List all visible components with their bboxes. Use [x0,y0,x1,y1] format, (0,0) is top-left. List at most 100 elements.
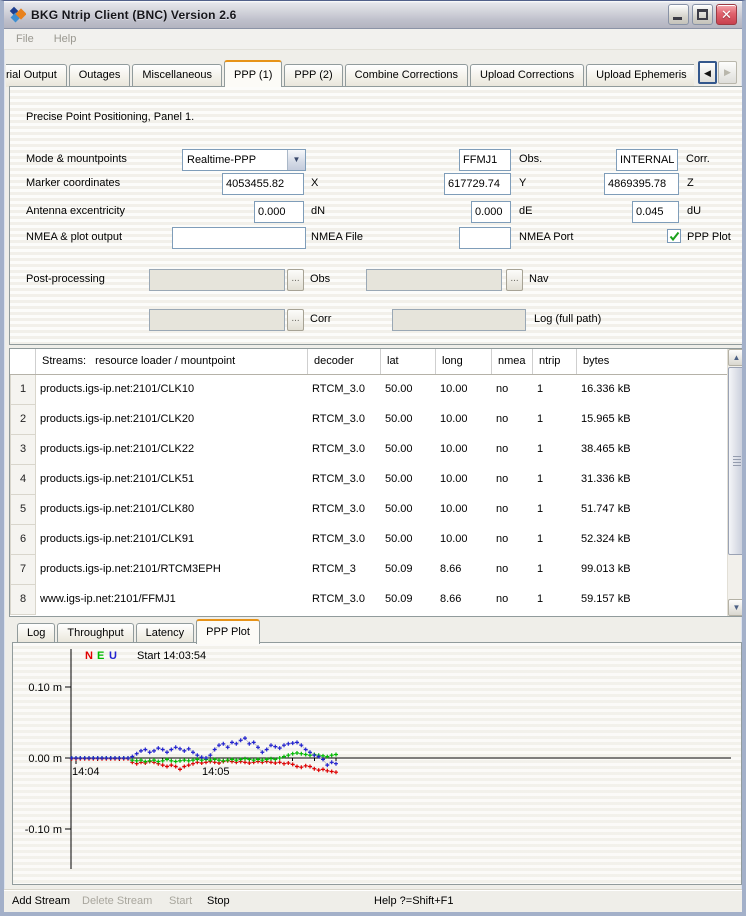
nmea-file-field[interactable] [172,227,306,249]
marker-x-label: X [311,177,318,189]
cell-mountpoint: products.igs-ip.net:2101/CLK10 [36,375,308,405]
title-bar[interactable]: BKG Ntrip Client (BNC) Version 2.6 ✕ [4,1,742,29]
marker-z-field[interactable] [604,173,679,195]
minimize-button[interactable] [668,4,689,25]
cell-lat: 50.00 [381,405,436,435]
antenna-du-field[interactable] [632,201,679,223]
table-row[interactable]: 4products.igs-ip.net:2101/CLK51RTCM_3.05… [10,465,744,495]
antenna-label: Antenna excentricity [26,205,125,217]
cell-decoder: RTCM_3.0 [308,435,381,465]
plot-tick-label: U [109,650,117,662]
marker-y-field[interactable] [444,173,511,195]
nmea-port-field[interactable] [459,227,511,249]
corr-mountpoint-field[interactable] [616,149,678,171]
scroll-down-icon[interactable]: ▼ [728,599,745,616]
post-nav-browse-button[interactable]: ... [506,269,523,291]
bnc-window: BKG Ntrip Client (BNC) Version 2.6 ✕ Fil… [0,0,746,916]
bottom-tab-log[interactable]: Log [17,623,55,643]
tab-scroll-left-icon[interactable]: ◀ [698,61,717,84]
cell-ntrip: 1 [533,375,577,405]
close-button[interactable]: ✕ [716,4,737,25]
add-stream-button[interactable]: Add Stream [12,895,70,907]
maximize-button[interactable] [692,4,713,25]
bottom-tab-throughput[interactable]: Throughput [57,623,133,643]
cell-long: 10.00 [436,375,492,405]
cell-decoder: RTCM_3.0 [308,525,381,555]
tab-miscellaneous[interactable]: Miscellaneous [132,64,222,87]
cell-nmea: no [492,435,533,465]
post-log-label: Log (full path) [534,313,601,325]
cell-mountpoint: products.igs-ip.net:2101/CLK80 [36,495,308,525]
mode-select[interactable]: Realtime-PPP ▼ [182,149,306,171]
marker-x-field[interactable] [222,173,304,195]
scroll-up-icon[interactable]: ▲ [728,349,745,366]
post-nav-field [366,269,502,291]
ppp-plot-panel: 0.10 m0.00 m-0.10 m14:0414:05NEUStart 14… [12,642,742,885]
mode-select-value: Realtime-PPP [183,150,287,170]
antenna-de-field[interactable] [471,201,511,223]
post-corr-browse-button[interactable]: ... [287,309,304,331]
cell-bytes: 52.324 kB [577,525,744,555]
post-nav-label: Nav [529,273,549,285]
bottom-tab-ppp-plot[interactable]: PPP Plot [196,619,260,644]
cell-bytes: 38.465 kB [577,435,744,465]
cell-decoder: RTCM_3.0 [308,405,381,435]
cell-lat: 50.00 [381,465,436,495]
tab-rial-output[interactable]: rial Output [6,64,67,87]
cell-ntrip: 1 [533,405,577,435]
table-row[interactable]: 6products.igs-ip.net:2101/CLK91RTCM_3.05… [10,525,744,555]
scrollbar-thumb[interactable] [728,367,745,555]
cell-num: 4 [10,465,36,495]
antenna-de-label: dE [519,205,532,217]
post-corr-field [149,309,285,331]
tab-upload-ephemeris[interactable]: Upload Ephemeris [586,64,694,87]
table-row[interactable]: 8www.igs-ip.net:2101/FFMJ1RTCM_3.050.098… [10,585,744,615]
bottom-tab-strip: LogThroughputLatencyPPP Plot [9,618,737,643]
tab-ppp-2[interactable]: PPP (2) [284,64,342,87]
table-row[interactable]: 3products.igs-ip.net:2101/CLK22RTCM_3.05… [10,435,744,465]
cell-num: 3 [10,435,36,465]
stop-button[interactable]: Stop [207,895,230,907]
cell-ntrip: 1 [533,585,577,615]
post-obs-browse-button[interactable]: ... [287,269,304,291]
table-scrollbar[interactable]: ▲ ▼ [727,349,744,616]
table-row[interactable]: 7products.igs-ip.net:2101/RTCM3EPHRTCM_3… [10,555,744,585]
cell-long: 8.66 [436,555,492,585]
window-title: BKG Ntrip Client (BNC) Version 2.6 [31,8,668,22]
ppp-plot-checkbox[interactable] [667,229,681,243]
cell-nmea: no [492,405,533,435]
streams-table: Streams: resource loader / mountpoint de… [9,348,745,617]
app-icon [9,6,26,23]
post-corr-label: Corr [310,313,331,325]
cell-ntrip: 1 [533,465,577,495]
header-ntrip: ntrip [533,349,577,374]
table-row[interactable]: 1products.igs-ip.net:2101/CLK10RTCM_3.05… [10,375,744,405]
cell-nmea: no [492,555,533,585]
tab-ppp-1[interactable]: PPP (1) [224,60,282,87]
tab-outages[interactable]: Outages [69,64,131,87]
cell-lat: 50.00 [381,525,436,555]
obs-mountpoint-field[interactable] [459,149,511,171]
table-row[interactable]: 5products.igs-ip.net:2101/CLK80RTCM_3.05… [10,495,744,525]
header-lat: lat [381,349,436,374]
plot-tick-label: Start 14:03:54 [137,650,206,662]
table-row[interactable]: 2products.igs-ip.net:2101/CLK20RTCM_3.05… [10,405,744,435]
plot-tick-label: 14:04 [72,766,100,778]
cell-num: 1 [10,375,36,405]
bottom-tab-latency[interactable]: Latency [136,623,195,643]
chevron-down-icon[interactable]: ▼ [287,150,305,170]
ppp-plot-chart: 0.10 m0.00 m-0.10 m14:0414:05NEUStart 14… [13,643,741,884]
tab-combine-corrections[interactable]: Combine Corrections [345,64,468,87]
menu-help[interactable]: Help [54,33,77,45]
cell-lat: 50.00 [381,375,436,405]
tab-scroll-buttons: ◀ ▶ [698,61,737,84]
help-hint: Help ?=Shift+F1 [374,895,454,907]
cell-nmea: no [492,465,533,495]
status-bar: Add Stream Delete Stream Start Stop Help… [4,889,742,913]
tab-upload-corrections[interactable]: Upload Corrections [470,64,584,87]
antenna-dn-field[interactable] [254,201,304,223]
menu-file[interactable]: File [16,33,34,45]
antenna-du-label: dU [687,205,701,217]
header-decoder: decoder [308,349,381,374]
scrollbar-grip-icon [733,456,741,466]
